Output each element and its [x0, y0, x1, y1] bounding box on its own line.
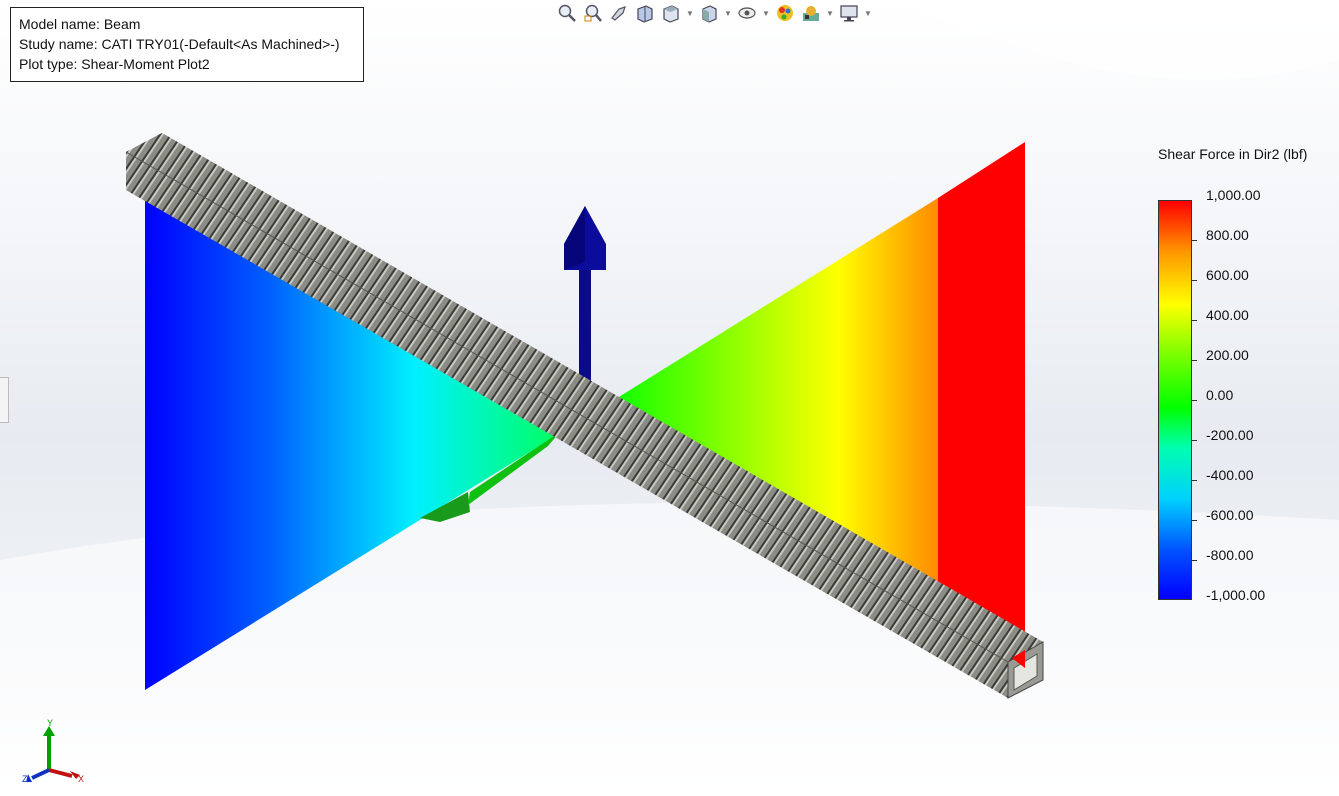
- legend-label: 600.00: [1206, 267, 1249, 283]
- legend-label: 800.00: [1206, 227, 1249, 243]
- legend-tick: [1192, 240, 1197, 241]
- apply-scene-icon[interactable]: [800, 2, 822, 24]
- view-orientation-caret-icon[interactable]: ▼: [686, 9, 694, 18]
- triad-y-label: Y: [47, 718, 53, 728]
- display-style-icon[interactable]: [698, 2, 720, 24]
- legend-tick: [1192, 440, 1197, 441]
- legend-label: 0.00: [1206, 387, 1234, 403]
- legend-tick: [1192, 560, 1197, 561]
- section-view-icon[interactable]: [634, 2, 656, 24]
- triad-x-label: X: [78, 774, 84, 784]
- triad-z-label: Z: [22, 774, 28, 784]
- legend-title: Shear Force in Dir2 (lbf): [1158, 146, 1308, 162]
- legend-tick: [1192, 280, 1197, 281]
- graphics-viewport[interactable]: [0, 0, 1339, 796]
- study-name-text: Study name: CATI TRY01(-Default<As Machi…: [19, 36, 340, 52]
- hide-show-icon[interactable]: [736, 2, 758, 24]
- zoom-to-fit-icon[interactable]: [556, 2, 578, 24]
- legend-tick: [1192, 320, 1197, 321]
- legend-label: -600.00: [1206, 507, 1254, 523]
- legend-label: -1,000.00: [1206, 587, 1266, 603]
- force-arrow: [564, 206, 606, 386]
- legend-tick: [1192, 480, 1197, 481]
- shear-plot-right-red-region: [938, 142, 1025, 660]
- legend-tick: [1192, 360, 1197, 361]
- hide-show-caret-icon[interactable]: ▼: [762, 9, 770, 18]
- previous-view-icon[interactable]: [608, 2, 630, 24]
- view-settings-caret-icon[interactable]: ▼: [864, 9, 872, 18]
- view-orientation-icon[interactable]: [660, 2, 682, 24]
- legend-label: 1,000.00: [1206, 187, 1261, 203]
- side-panel-tab[interactable]: [0, 377, 9, 423]
- edit-appearance-icon[interactable]: [774, 2, 796, 24]
- model-name-text: Model name: Beam: [19, 16, 141, 32]
- legend-tick: [1192, 520, 1197, 521]
- legend-label: -400.00: [1206, 467, 1254, 483]
- display-style-caret-icon[interactable]: ▼: [724, 9, 732, 18]
- legend-color-bar: [1158, 200, 1192, 600]
- apply-scene-caret-icon[interactable]: ▼: [826, 9, 834, 18]
- legend-tick: [1192, 400, 1197, 401]
- legend-label: 400.00: [1206, 307, 1249, 323]
- zoom-to-area-icon[interactable]: [582, 2, 604, 24]
- legend-label: 200.00: [1206, 347, 1249, 363]
- heads-up-view-toolbar: ▼ ▼ ▼ ▼ ▼: [556, 1, 872, 25]
- legend-label: -200.00: [1206, 427, 1254, 443]
- view-settings-icon[interactable]: [838, 2, 860, 24]
- coordinate-triad: Y X Z: [22, 718, 84, 784]
- legend-label: -800.00: [1206, 547, 1254, 563]
- plot-type-text: Plot type: Shear-Moment Plot2: [19, 56, 210, 72]
- plot-info-box: Model name: Beam Study name: CATI TRY01(…: [10, 7, 364, 82]
